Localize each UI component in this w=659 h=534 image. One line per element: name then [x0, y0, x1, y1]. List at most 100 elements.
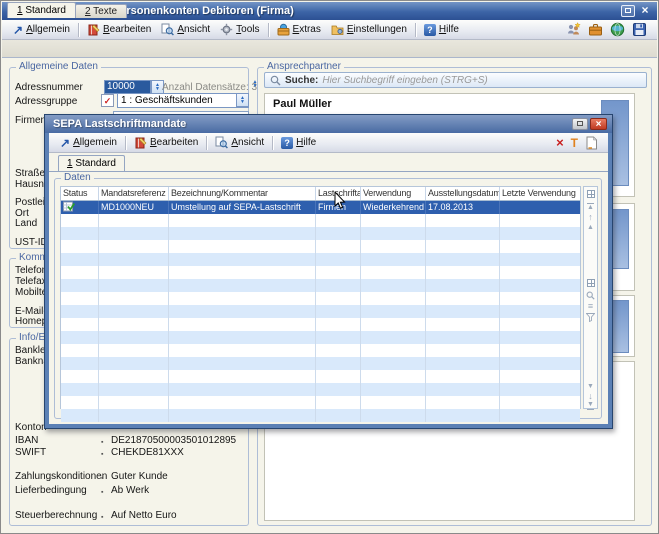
empty-cell — [426, 370, 500, 383]
column-header-letzte-verwendung[interactable]: Letzte Verwendung — [500, 187, 580, 200]
empty-cell — [361, 279, 426, 292]
empty-cell — [316, 266, 361, 279]
grid-select-icon[interactable] — [587, 190, 595, 198]
group-title: Ansprechpartner — [264, 61, 344, 72]
contact-search-bar[interactable]: Suche: Hier Suchbegriff eingeben (STRG+S… — [264, 72, 647, 88]
empty-cell — [316, 370, 361, 383]
adressgruppe-select[interactable]: 1 : Geschäftskunden ▲▼ — [117, 93, 249, 108]
table-row-empty[interactable] — [61, 240, 580, 253]
empty-cell — [316, 227, 361, 240]
empty-cell — [500, 279, 580, 292]
table-row-empty[interactable] — [61, 396, 580, 409]
column-header-verwendung[interactable]: Verwendung — [361, 187, 426, 200]
table-row-empty[interactable] — [61, 318, 580, 331]
empty-cell — [99, 266, 169, 279]
bullet-icon: ▪ — [101, 439, 103, 446]
menu-einstellungen[interactable]: Einstellungen — [326, 21, 412, 38]
adressnummer-label: Adressnummer — [15, 82, 83, 93]
table-row-empty[interactable] — [61, 292, 580, 305]
empty-cell — [169, 240, 316, 253]
empty-cell — [169, 357, 316, 370]
menu-hilfe[interactable]: ? Hilfe — [419, 22, 464, 38]
column-header-bezeichnung[interactable]: Bezeichnung/Kommentar — [169, 187, 316, 200]
arrow-ne-icon: ↗ — [13, 25, 23, 35]
sort-icon[interactable]: ≡ — [584, 302, 597, 310]
menu-tools[interactable]: Tools — [215, 21, 264, 38]
table-row-empty[interactable] — [61, 344, 580, 357]
empty-cell — [316, 214, 361, 227]
bezeichnung-cell: Umstellung auf SEPA-Lastschrift — [169, 201, 316, 214]
dialog-tab-standard[interactable]: 1 Standard — [58, 155, 125, 171]
report-grid-icon[interactable] — [587, 279, 595, 287]
search-placeholder: Hier Suchbegriff eingeben (STRG+S) — [322, 75, 487, 86]
ausstellungsdatum-cell: 17.08.2013 — [426, 201, 500, 214]
table-row-empty[interactable] — [61, 253, 580, 266]
empty-cell — [316, 409, 361, 422]
main-menubar: ↗ Allgemein Bearbeiten Ansicht Tools Ext… — [2, 20, 657, 40]
dialog-titlebar[interactable]: SEPA Lastschriftmandate × — [45, 115, 612, 133]
table-filter-icon[interactable] — [584, 313, 597, 325]
empty-cell — [500, 370, 580, 383]
empty-cell — [61, 396, 99, 409]
save-icon[interactable] — [632, 22, 647, 37]
nav-down-icon[interactable]: ↓ — [584, 392, 597, 400]
filter-icon[interactable]: T — [571, 137, 578, 149]
briefcase-icon[interactable] — [588, 22, 603, 37]
bankleitzahl-label: Banklei — [15, 345, 48, 356]
table-row-empty[interactable] — [61, 409, 580, 422]
adressnummer-input[interactable]: 10000 — [104, 80, 151, 94]
tab-standard[interactable]: 1 Standard — [7, 2, 76, 18]
table-row-empty[interactable] — [61, 305, 580, 318]
new-document-icon[interactable] — [585, 136, 598, 150]
adressgruppe-check-icon[interactable]: ✓ — [101, 94, 114, 107]
empty-cell — [169, 214, 316, 227]
tab-divider — [2, 57, 657, 58]
nav-first-icon[interactable]: ▲ — [584, 203, 597, 212]
dialog-restore-button[interactable] — [572, 118, 588, 130]
table-row-empty[interactable] — [61, 383, 580, 396]
table-row-empty[interactable] — [61, 279, 580, 292]
column-header-mandatsreferenz[interactable]: Mandatsreferenz — [99, 187, 169, 200]
group-title: Allgemeine Daten — [16, 61, 101, 72]
empty-cell — [99, 318, 169, 331]
table-row-empty[interactable] — [61, 266, 580, 279]
empty-cell — [169, 266, 316, 279]
column-header-status[interactable]: Status — [61, 187, 99, 200]
view-magnifier-icon — [161, 23, 174, 36]
table-row-empty[interactable] — [61, 357, 580, 370]
nav-prev-icon[interactable]: ▲ — [584, 224, 597, 232]
menu-allgemein[interactable]: ↗ Allgemein — [8, 22, 75, 37]
menu-separator — [78, 23, 79, 37]
menu-ansicht[interactable]: Ansicht — [156, 21, 215, 38]
contacts-sync-icon[interactable] — [566, 22, 581, 37]
column-header-ausstellungsdatum[interactable]: Ausstellungsdatum — [426, 187, 500, 200]
empty-cell — [316, 344, 361, 357]
empty-cell — [169, 344, 316, 357]
tab-texte[interactable]: 2 Texte — [75, 4, 127, 18]
settings-folder-icon — [331, 23, 344, 36]
close-button[interactable]: × — [638, 4, 652, 17]
dialog-menu-ansicht[interactable]: Ansicht — [210, 134, 269, 151]
menu-extras[interactable]: Extras — [272, 21, 326, 38]
menu-bearbeiten[interactable]: Bearbeiten — [82, 21, 156, 38]
restore-button[interactable] — [621, 5, 635, 17]
table-row-empty[interactable] — [61, 214, 580, 227]
combo-arrows-icon[interactable]: ▲▼ — [236, 93, 249, 107]
table-row-selected[interactable]: MD1000NEU Umstellung auf SEPA-Lastschrif… — [61, 201, 580, 214]
nav-last-icon[interactable]: ▼ — [584, 401, 597, 410]
dialog-close-button[interactable]: × — [590, 118, 607, 130]
dialog-menu-bearbeiten[interactable]: Bearbeiten — [129, 134, 203, 151]
table-row-empty[interactable] — [61, 370, 580, 383]
table-row-empty[interactable] — [61, 227, 580, 240]
table-row-empty[interactable] — [61, 331, 580, 344]
iban-value: DE21870500003501012895 — [111, 435, 236, 446]
globe-icon[interactable] — [610, 22, 625, 37]
nav-up-icon[interactable]: ↑ — [584, 213, 597, 221]
empty-cell — [61, 292, 99, 305]
dialog-menu-hilfe[interactable]: ? Hilfe — [276, 135, 321, 151]
delete-icon[interactable]: × — [556, 136, 564, 149]
nav-next-icon[interactable]: ▼ — [584, 383, 597, 391]
dialog-menu-allgemein[interactable]: ↗ Allgemein — [55, 135, 122, 150]
telefon-label: Telefon — [15, 265, 47, 276]
steuerberechnung-value: Auf Netto Euro — [111, 510, 177, 521]
